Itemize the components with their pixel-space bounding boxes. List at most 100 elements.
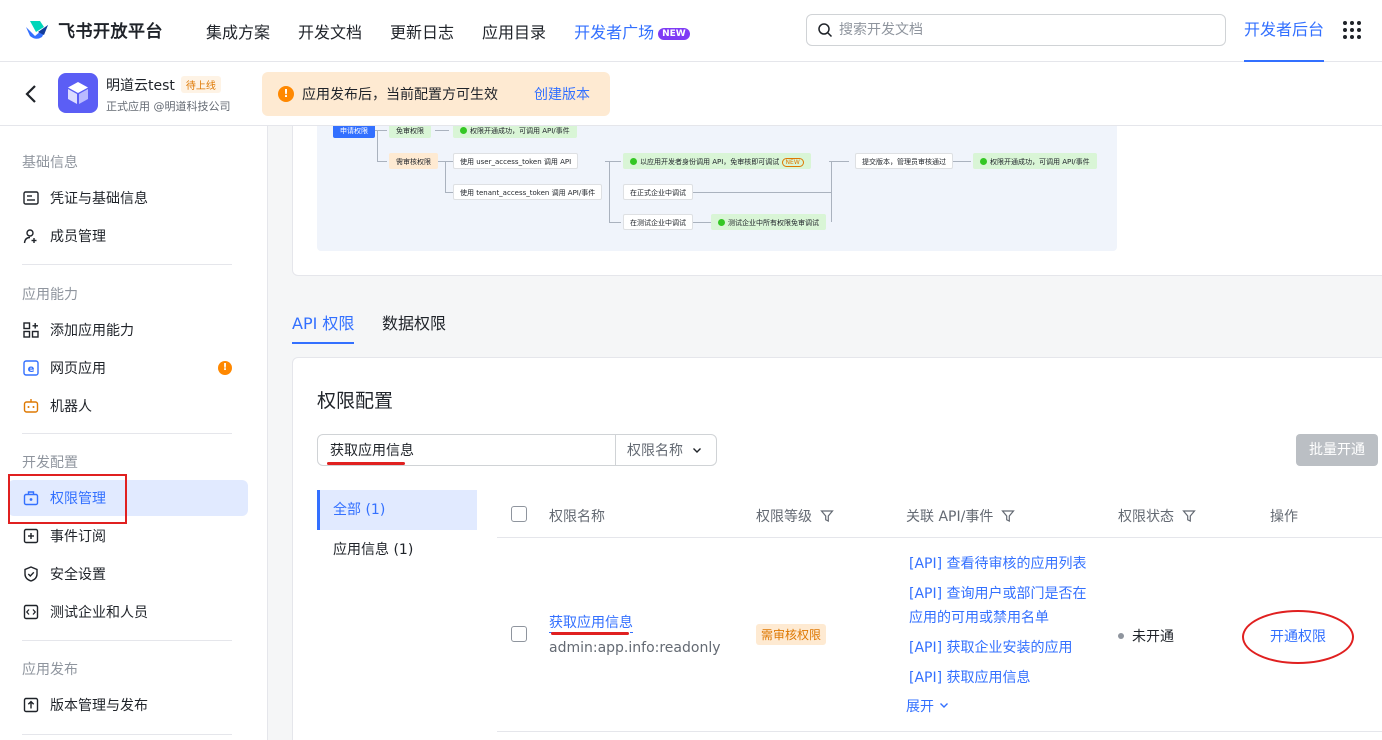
nav-item-docs[interactable]: 开发文档 [298, 19, 362, 43]
sidebar-divider [22, 264, 232, 265]
filter-field-select[interactable]: 权限名称 [616, 435, 716, 465]
flow-node-success: 权限开通成功，可调用 API/事件 [453, 126, 577, 138]
top-navbar: 飞书开放平台 集成方案 开发文档 更新日志 应用目录 开发者广场NEW 开发者后… [0, 0, 1382, 62]
sidebar-section-dev-config: 开发配置 [22, 455, 78, 471]
nav-item-dev-plaza-label: 开发者广场 [574, 22, 655, 42]
sidebar-item-label: 版本管理与发布 [50, 698, 148, 714]
search-input[interactable] [839, 22, 1199, 38]
permission-status: 未开通 [1118, 626, 1174, 646]
app-grid-icon[interactable] [1343, 21, 1361, 39]
svg-text:e: e [28, 364, 35, 375]
filter-icon[interactable] [820, 509, 834, 523]
sidebar-divider [22, 734, 232, 735]
sidebar-item-label: 凭证与基础信息 [50, 191, 148, 207]
create-version-link[interactable]: 创建版本 [534, 84, 590, 104]
row-checkbox[interactable] [511, 626, 527, 642]
sidebar-item-label: 安全设置 [50, 567, 106, 583]
sidebar-item-label: 网页应用 [50, 361, 106, 377]
sidebar-item-label: 测试企业和人员 [50, 605, 148, 621]
permission-config-card: 权限配置 权限名称 批量开通 全部 (1) 应用信息 (1) 权限名称 权限等级… [292, 357, 1382, 740]
api-link[interactable]: [API] 获取应用信息 [909, 666, 1093, 690]
sidebar-item-add-capability[interactable]: 添加应用能力 [8, 312, 248, 348]
upload-icon [22, 696, 40, 714]
permission-search-input[interactable] [318, 435, 616, 465]
app-avatar [58, 73, 98, 113]
column-permission-name: 权限名称 [549, 509, 605, 525]
column-permission-level: 权限等级 [756, 506, 834, 526]
permission-flow-card: 申请权限 免审权限 权限开通成功，可调用 API/事件 需审核权限 使用 use… [292, 126, 1382, 276]
tab-active-indicator [292, 342, 354, 344]
nav-item-solutions[interactable]: 集成方案 [206, 19, 270, 43]
sidebar-item-credentials[interactable]: 凭证与基础信息 [8, 180, 248, 216]
filter-icon[interactable] [1182, 509, 1196, 523]
sidebar-item-security[interactable]: 安全设置 [8, 556, 248, 592]
main-content: 申请权限 免审权限 权限开通成功，可调用 API/事件 需审核权限 使用 use… [268, 126, 1382, 740]
new-badge: NEW [658, 27, 690, 40]
developer-console-link[interactable]: 开发者后台 [1244, 0, 1325, 62]
flow-node-tenant-token: 使用 tenant_access_token 调用 API/事件 [453, 184, 603, 200]
brand-logo[interactable]: 飞书开放平台 [24, 17, 163, 42]
nav-item-changelog[interactable]: 更新日志 [390, 19, 454, 43]
sidebar-item-versions[interactable]: 版本管理与发布 [8, 687, 248, 723]
sidebar-item-label: 添加应用能力 [50, 323, 134, 339]
sidebar-item-bot[interactable]: 机器人 [8, 388, 248, 424]
shield-icon [22, 565, 40, 583]
bulk-enable-button[interactable]: 批量开通 [1296, 434, 1378, 466]
cube-icon [68, 82, 88, 104]
web-app-icon: e [22, 359, 40, 377]
app-header: 明道云test 待上线 正式应用 @明道科技公司 ! 应用发布后，当前配置方可生效… [0, 62, 1382, 126]
app-subtitle: 正式应用 @明道科技公司 [106, 100, 231, 113]
search-box[interactable] [806, 14, 1226, 46]
annotation-circle [1242, 610, 1354, 664]
filter-field-label: 权限名称 [627, 443, 683, 459]
tab-api-permissions[interactable]: API 权限 [292, 310, 354, 334]
notice-text: 应用发布后，当前配置方可生效 [302, 87, 498, 103]
sidebar-divider [22, 433, 232, 434]
flow-node-dev-identity: 以应用开发者身份调用 API，免审核即可调试 NEW [623, 153, 811, 169]
sidebar-item-web-app[interactable]: e 网页应用 ! [8, 350, 248, 386]
tab-data-permissions[interactable]: 数据权限 [382, 310, 446, 334]
column-permission-status: 权限状态 [1118, 506, 1196, 526]
robot-icon [22, 397, 40, 415]
back-arrow-icon[interactable] [20, 82, 44, 106]
table-header: 权限名称 权限等级 关联 API/事件 权限状态 操作 [497, 490, 1382, 538]
permission-table: 权限名称 权限等级 关联 API/事件 权限状态 操作 获取应用信息 admin… [497, 490, 1382, 732]
apps-add-icon [22, 321, 40, 339]
api-link[interactable]: [API] 查看待审核的应用列表 [909, 552, 1093, 576]
category-all[interactable]: 全部 (1) [317, 490, 477, 530]
expand-link[interactable]: 展开 [906, 696, 950, 716]
flow-node-prod-debug: 在正式企业中调试 [623, 184, 693, 200]
flow-node-no-review: 免审权限 [389, 126, 431, 138]
flow-node-success-2: 权限开通成功，可调用 API/事件 [973, 153, 1097, 169]
select-all-checkbox[interactable] [511, 506, 527, 522]
code-icon [22, 603, 40, 621]
annotation-highlight-box [8, 474, 127, 524]
annotation-underline [551, 632, 629, 635]
api-link[interactable]: [API] 获取企业安装的应用 [909, 636, 1093, 660]
status-dot [1118, 633, 1124, 639]
warning-dot-icon: ! [218, 361, 232, 375]
sidebar-divider [22, 640, 232, 641]
sidebar-section-release: 应用发布 [22, 662, 78, 678]
sidebar-item-test-enterprise[interactable]: 测试企业和人员 [8, 594, 248, 630]
flow-node-user-token: 使用 user_access_token 调用 API [453, 153, 579, 169]
permission-flow-diagram: 申请权限 免审权限 权限开通成功，可调用 API/事件 需审核权限 使用 use… [317, 126, 1117, 251]
category-app-info[interactable]: 应用信息 (1) [317, 530, 477, 570]
flow-node-test-debug: 在测试企业中调试 [623, 214, 693, 230]
nav-item-app-directory[interactable]: 应用目录 [482, 19, 546, 43]
api-link[interactable]: [API] 查询用户或部门是否在应用的可用或禁用名单 [909, 582, 1093, 630]
filter-icon[interactable] [1001, 509, 1016, 523]
flow-node-submit: 提交版本，管理员审核通过 [855, 153, 953, 169]
permission-name-link[interactable]: 获取应用信息 [549, 612, 633, 633]
flow-node-apply: 申请权限 [333, 126, 375, 138]
sidebar-item-label: 事件订阅 [50, 529, 106, 545]
flow-node-need-review: 需审核权限 [389, 153, 438, 169]
column-related-api: 关联 API/事件 [906, 506, 1016, 526]
annotation-underline [327, 462, 405, 465]
sidebar: 基础信息 凭证与基础信息 成员管理 应用能力 添加应用能力 e 网页应用 ! 机… [0, 126, 268, 740]
sidebar-item-members[interactable]: 成员管理 [8, 218, 248, 254]
table-row: 获取应用信息 admin:app.info:readonly 需审核权限 [AP… [497, 538, 1382, 732]
app-name: 明道云test [106, 78, 175, 94]
nav-item-dev-plaza[interactable]: 开发者广场 NEW [574, 19, 690, 43]
permission-code: admin:app.info:readonly [549, 640, 721, 656]
